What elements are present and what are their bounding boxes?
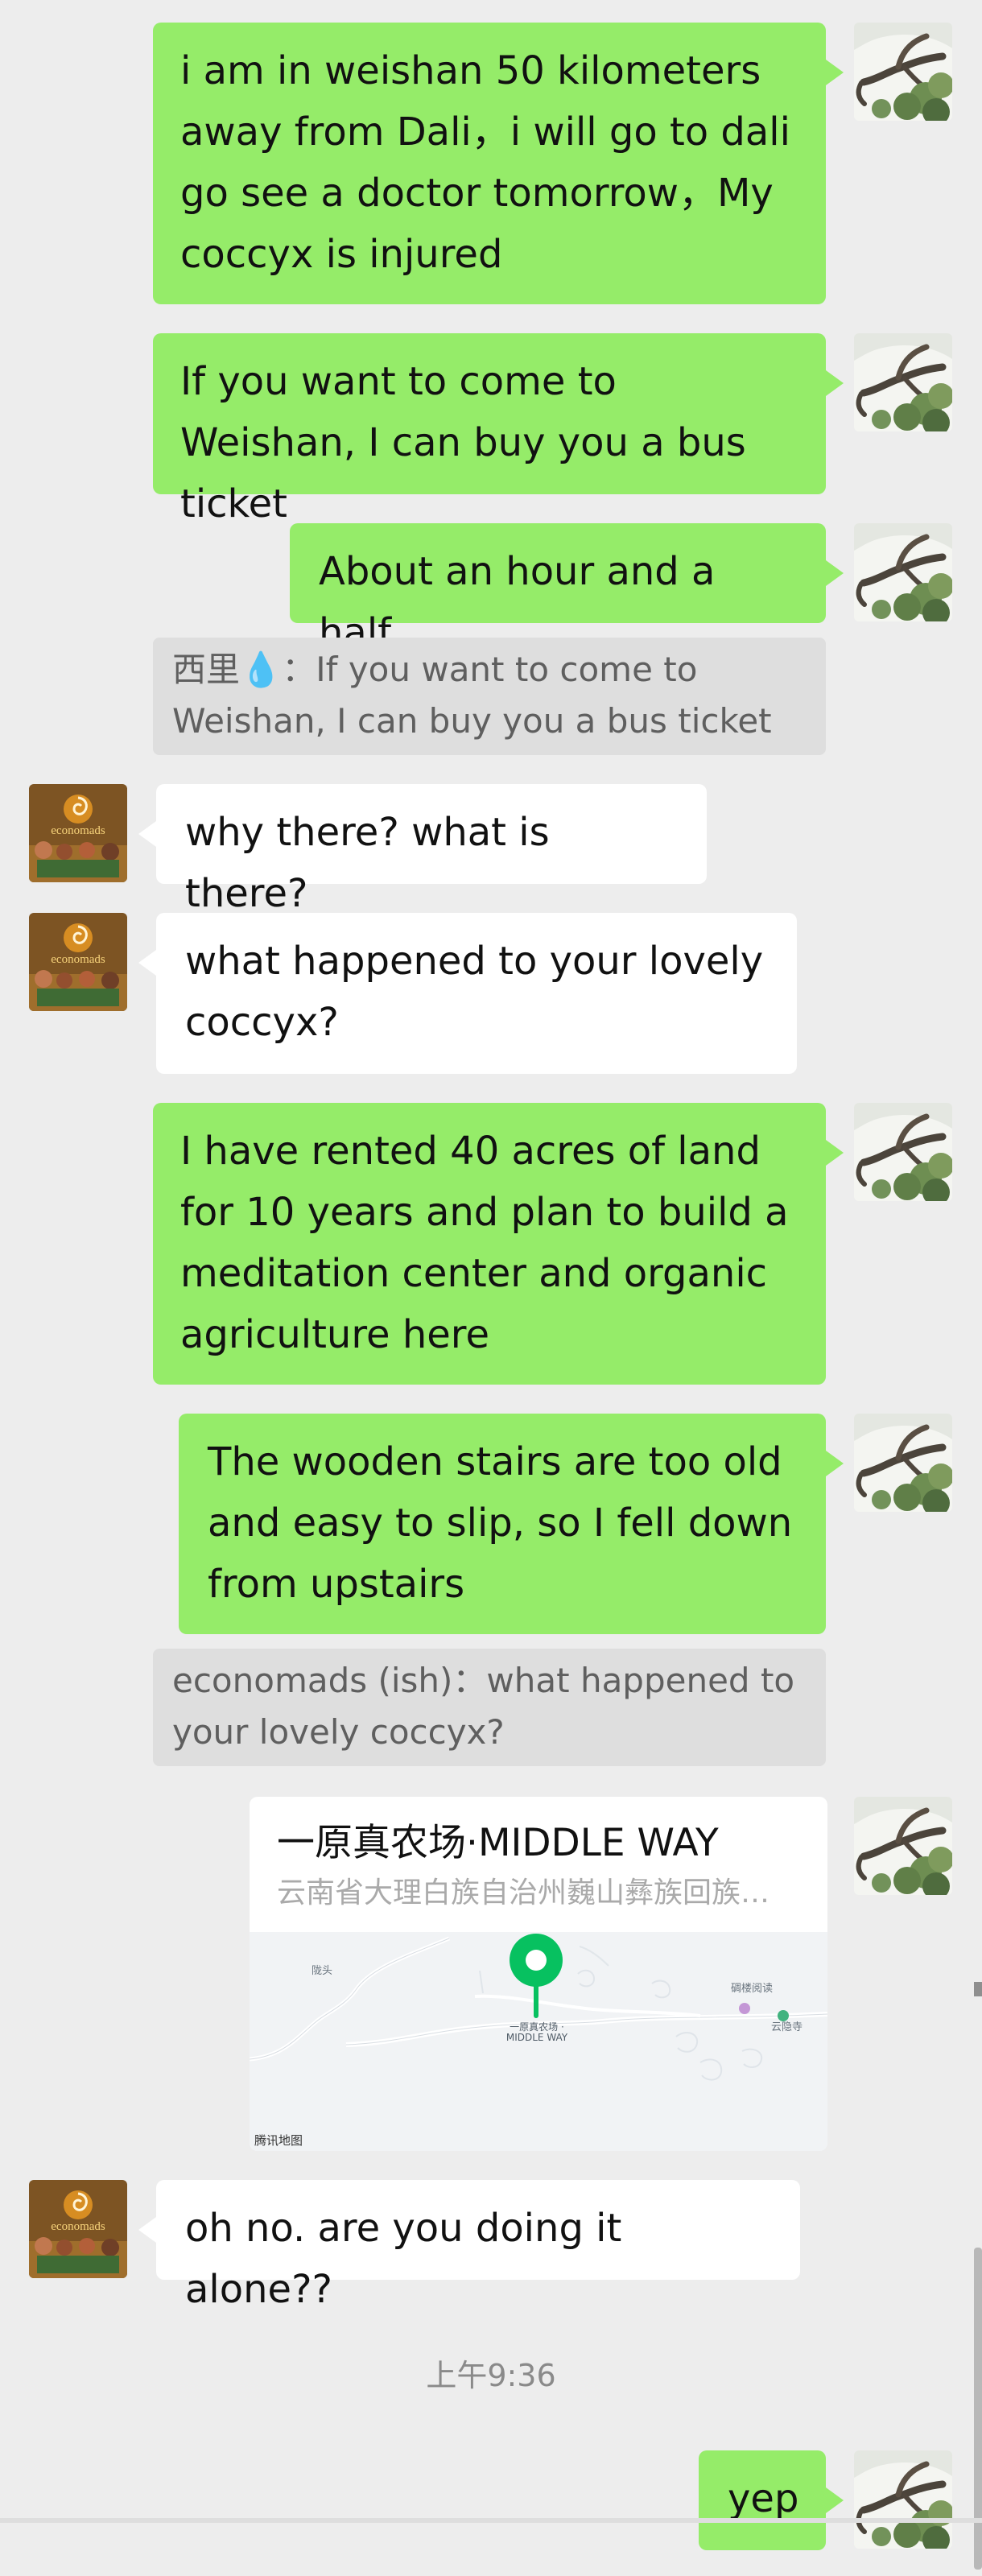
my-avatar[interactable] [854, 1797, 952, 1895]
bottom-separator [0, 2518, 982, 2523]
svg-text:economads: economads [51, 2220, 105, 2233]
tree-branch-photo-icon [854, 333, 952, 431]
my-avatar[interactable] [854, 23, 952, 121]
svg-text:economads: economads [51, 953, 105, 966]
economads-logo-avatar-icon: economads [29, 2180, 127, 2278]
map-provider-label: 腾讯地图 [254, 2133, 303, 2148]
quoted-reply[interactable]: economads (ish)：what happened to your lo… [153, 1649, 826, 1766]
svg-text:economads: economads [51, 824, 105, 837]
tree-branch-photo-icon [854, 1414, 952, 1512]
map-label-top-left: 陇头 [312, 1965, 333, 1977]
contact-avatar[interactable]: economads [29, 784, 127, 882]
location-map[interactable]: 陇头 一原真农场 · MIDDLE WAY 碉楼阅读 云隐寺 腾讯地图 [250, 1932, 827, 2151]
my-avatar[interactable] [854, 523, 952, 621]
tree-branch-photo-icon [854, 2450, 952, 2549]
incoming-message-bubble[interactable]: why there? what is there? [138, 784, 707, 916]
contact-avatar[interactable]: economads [29, 913, 127, 1011]
scroll-marker [974, 1982, 982, 1996]
economads-logo-avatar-icon: economads [29, 784, 127, 882]
location-title: 一原真农场·MIDDLE WAY [277, 1821, 719, 1865]
map-label-bookshop: 碉楼阅读 [731, 1983, 774, 1995]
economads-logo-avatar-icon: economads [29, 913, 127, 1011]
chat-screen: i am in weishan 50 kilometers away from … [0, 0, 982, 2576]
incoming-message-bubble[interactable]: what happened to your lovely coccyx? [138, 913, 797, 1074]
location-address: 云南省大理白族自治州巍山彝族回族自... [277, 1876, 792, 1909]
outgoing-message-bubble[interactable]: If you want to come to Weishan, I can bu… [153, 333, 844, 526]
my-avatar[interactable] [854, 1414, 952, 1512]
outgoing-message-bubble[interactable]: About an hour and a half [290, 523, 844, 655]
quoted-reply[interactable]: 西里💧：If you want to come to Weishan, I ca… [153, 638, 826, 755]
my-avatar[interactable] [854, 2450, 952, 2549]
outgoing-message-bubble[interactable]: yep [699, 2450, 844, 2550]
incoming-message-bubble[interactable]: oh no. are you doing it alone?? [138, 2180, 800, 2312]
tree-branch-photo-icon [854, 1797, 952, 1895]
outgoing-message-bubble[interactable]: i am in weishan 50 kilometers away from … [153, 23, 844, 304]
tree-branch-photo-icon [854, 23, 952, 121]
my-avatar[interactable] [854, 333, 952, 431]
tree-branch-photo-icon [854, 523, 952, 621]
outgoing-message-bubble[interactable]: I have rented 40 acres of land for 10 ye… [153, 1103, 844, 1385]
location-card[interactable]: 一原真农场·MIDDLE WAY 云南省大理白族自治州巍山彝族回族自... 陇头… [250, 1797, 827, 2151]
outgoing-message-bubble[interactable]: The wooden stairs are too old and easy t… [179, 1414, 844, 1634]
chat-timestamp: 上午9:36 [426, 2358, 556, 2393]
contact-avatar[interactable]: economads [29, 2180, 127, 2278]
my-avatar[interactable] [854, 1103, 952, 1201]
map-label-temple: 云隐寺 [771, 2021, 803, 2033]
map-label-pin: 一原真农场 · MIDDLE WAY [505, 2021, 568, 2043]
tree-branch-photo-icon [854, 1103, 952, 1201]
